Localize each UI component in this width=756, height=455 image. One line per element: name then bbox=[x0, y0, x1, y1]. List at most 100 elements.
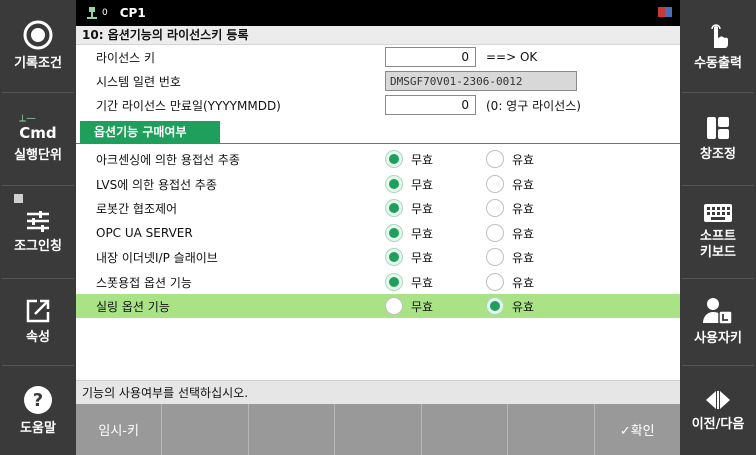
option-valid-label: 유효 bbox=[512, 201, 535, 216]
edit-icon bbox=[26, 299, 50, 323]
option-invalid-radio[interactable]: 무효 bbox=[385, 199, 433, 217]
option-valid-radio[interactable]: 유효 bbox=[486, 297, 534, 315]
user-key-icon bbox=[703, 298, 733, 325]
hand-icon bbox=[711, 24, 728, 48]
execution-unit-label: 실행단위 bbox=[14, 148, 62, 163]
option-invalid-label: 무효 bbox=[411, 250, 434, 265]
prev-next-label: 이전/다음 bbox=[691, 416, 745, 432]
option-label: 아크센싱에 의한 용접선 추종 bbox=[96, 152, 240, 167]
option-row[interactable]: 아크센싱에 의한 용접선 추종 무효 유효 bbox=[76, 147, 680, 171]
option-invalid-radio[interactable]: 무효 bbox=[385, 150, 433, 168]
option-valid-radio[interactable]: 유효 bbox=[486, 175, 534, 193]
manual-output-label: 수동출력 bbox=[694, 56, 742, 71]
help-label: 도움말 bbox=[20, 420, 56, 436]
manual-output-button[interactable]: 수동출력 bbox=[680, 0, 756, 92]
keyboard-icon bbox=[704, 204, 732, 222]
execution-unit-button[interactable]: ⟂— Cmd 실행단위 bbox=[0, 93, 76, 185]
help-button[interactable]: ? 도움말 bbox=[0, 366, 76, 455]
option-invalid-label: 무효 bbox=[411, 201, 434, 216]
prev-next-icon bbox=[706, 390, 730, 409]
option-label: 내장 이더넷I/P 슬래이브 bbox=[96, 250, 218, 265]
license-key-row: 라이선스 키 0 ==> OK bbox=[76, 45, 680, 69]
option-valid-radio[interactable]: 유효 bbox=[486, 150, 534, 168]
softkey-5[interactable] bbox=[422, 404, 509, 455]
right-sidebar: 수동출력 창조정 소프트 키보드 사용자키 이전/다음 bbox=[680, 0, 756, 455]
soft-keyboard-label: 소프트 키보드 bbox=[700, 229, 736, 260]
left-sidebar: 기록조건 ⟂— Cmd 실행단위 조그인칭 속성 ? 도움말 bbox=[0, 0, 76, 455]
option-row[interactable]: OPC UA SERVER 무효 유효 bbox=[76, 221, 680, 245]
cmd-icon: ⟂— Cmd bbox=[19, 113, 57, 143]
option-row[interactable]: 내장 이더넷I/P 슬래이브 무효 유효 bbox=[76, 245, 680, 269]
option-invalid-label: 무효 bbox=[411, 152, 434, 167]
properties-label: 속성 bbox=[26, 330, 50, 345]
option-valid-label: 유효 bbox=[512, 250, 535, 265]
system-serial-field: DMSGF70V01-2306-0012 bbox=[385, 71, 577, 91]
properties-button[interactable]: 속성 bbox=[0, 279, 76, 365]
window-icon bbox=[707, 117, 729, 139]
softkey-confirm[interactable]: ✓확인 bbox=[595, 404, 680, 455]
title-bar: 0 CP1 bbox=[76, 0, 680, 26]
option-valid-radio[interactable]: 유효 bbox=[486, 273, 534, 291]
radio-icon bbox=[385, 175, 403, 193]
license-key-label: 라이선스 키 bbox=[96, 50, 156, 65]
option-invalid-radio[interactable]: 무효 bbox=[385, 273, 433, 291]
option-valid-label: 유효 bbox=[512, 177, 535, 192]
language-flag-icon[interactable] bbox=[658, 7, 672, 17]
softkey-6[interactable] bbox=[508, 404, 595, 455]
record-condition-button[interactable]: 기록조건 bbox=[0, 0, 76, 92]
svg-text:?: ? bbox=[33, 390, 43, 411]
option-row[interactable]: LVS에 의한 용접선 추종 무효 유효 bbox=[76, 172, 680, 196]
option-row[interactable]: 로봇간 협조제어 무효 유효 bbox=[76, 196, 680, 220]
radio-icon bbox=[486, 224, 504, 242]
indicator-icon bbox=[14, 194, 23, 203]
option-label: OPC UA SERVER bbox=[96, 226, 193, 240]
option-invalid-radio[interactable]: 무효 bbox=[385, 297, 433, 315]
license-key-input[interactable]: 0 bbox=[385, 47, 476, 67]
option-valid-radio[interactable]: 유효 bbox=[486, 224, 534, 242]
softkey-4[interactable] bbox=[335, 404, 422, 455]
option-valid-label: 유효 bbox=[512, 152, 535, 167]
option-invalid-radio[interactable]: 무효 bbox=[385, 175, 433, 193]
softkey-bar: 임시-키 ✓확인 bbox=[76, 404, 680, 455]
option-row[interactable]: 스폿용접 옵션 기능 무효 유효 bbox=[76, 270, 680, 294]
softkey-2[interactable] bbox=[162, 404, 249, 455]
option-row[interactable]: 실링 옵션 기능 무효 유효 bbox=[76, 294, 680, 318]
license-expiry-input[interactable]: 0 bbox=[385, 95, 476, 115]
option-valid-label: 유효 bbox=[512, 299, 535, 314]
window-adjust-label: 창조정 bbox=[700, 147, 736, 162]
option-valid-label: 유효 bbox=[512, 275, 535, 290]
option-invalid-radio[interactable]: 무효 bbox=[385, 248, 433, 266]
radio-icon bbox=[486, 248, 504, 266]
license-expiry-row: 기간 라이선스 만료일(YYYYMMDD) 0 (0: 영구 라이선스) bbox=[76, 93, 680, 117]
option-valid-radio[interactable]: 유효 bbox=[486, 199, 534, 217]
prev-next-button[interactable]: 이전/다음 bbox=[680, 366, 756, 455]
license-key-hint: ==> OK bbox=[486, 50, 538, 64]
softkey-3[interactable] bbox=[249, 404, 336, 455]
system-serial-label: 시스템 일련 번호 bbox=[96, 74, 181, 89]
program-name: CP1 bbox=[119, 6, 146, 20]
radio-icon bbox=[486, 175, 504, 193]
option-invalid-radio[interactable]: 무효 bbox=[385, 224, 433, 242]
softkey-temp-key[interactable]: 임시-키 bbox=[76, 404, 163, 455]
jog-inching-button[interactable]: 조그인칭 bbox=[0, 186, 76, 278]
status-message: 기능의 사용여부를 선택하십시오. bbox=[76, 380, 680, 404]
option-label: 로봇간 협조제어 bbox=[96, 201, 178, 216]
robot-status: 0 CP1 bbox=[86, 6, 146, 20]
radio-icon bbox=[385, 248, 403, 266]
section-title: 옵션기능 구매여부 bbox=[80, 121, 220, 143]
record-icon bbox=[23, 20, 53, 50]
option-invalid-label: 무효 bbox=[411, 299, 434, 314]
option-label: 스폿용접 옵션 기능 bbox=[96, 275, 192, 290]
license-expiry-label: 기간 라이선스 만료일(YYYYMMDD) bbox=[96, 98, 281, 113]
radio-icon bbox=[385, 224, 403, 242]
radio-icon bbox=[486, 297, 504, 315]
user-key-button[interactable]: 사용자키 bbox=[680, 279, 756, 365]
option-valid-radio[interactable]: 유효 bbox=[486, 248, 534, 266]
option-label: 실링 옵션 기능 bbox=[96, 299, 170, 314]
radio-icon bbox=[385, 150, 403, 168]
option-label: LVS에 의한 용접선 추종 bbox=[96, 177, 217, 192]
window-adjust-button[interactable]: 창조정 bbox=[680, 93, 756, 185]
user-key-label: 사용자키 bbox=[694, 331, 742, 346]
soft-keyboard-button[interactable]: 소프트 키보드 bbox=[680, 186, 756, 278]
radio-icon bbox=[486, 199, 504, 217]
